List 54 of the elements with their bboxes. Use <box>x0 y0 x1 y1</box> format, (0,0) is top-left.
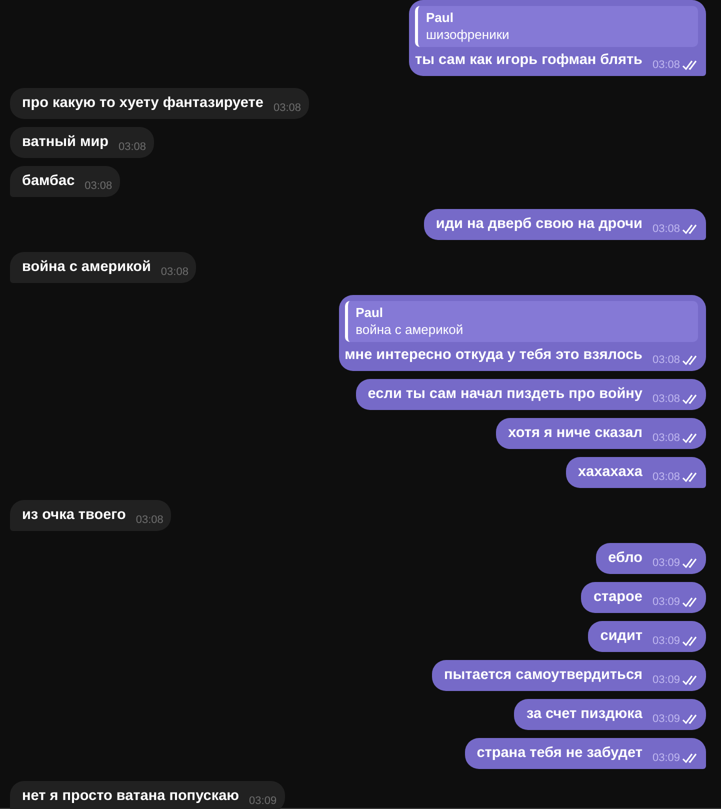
double-check-icon <box>682 60 698 70</box>
message-time: 03:08 <box>652 58 680 72</box>
reply-quote[interactable]: Paul война с америкой <box>344 301 698 342</box>
double-check-icon <box>682 597 698 607</box>
double-check-icon <box>682 558 698 568</box>
double-check-icon <box>682 636 698 646</box>
message-text: ебло <box>608 549 642 568</box>
message-time: 03:09 <box>652 673 680 687</box>
message-time: 03:08 <box>160 265 188 279</box>
double-check-icon <box>682 355 698 365</box>
message-text: за счет пиздюка <box>526 705 642 724</box>
message-time: 03:09 <box>652 712 680 726</box>
message-text: сидит <box>600 627 642 646</box>
message-time: 03:08 <box>652 470 680 484</box>
double-check-icon <box>682 714 698 724</box>
message-time: 03:08 <box>652 431 680 445</box>
message-time: 03:08 <box>273 101 301 115</box>
message-text: хахахаха <box>578 463 642 482</box>
message-time: 03:09 <box>249 794 277 808</box>
message-time: 03:09 <box>652 556 680 570</box>
message-time: 03:09 <box>652 595 680 609</box>
reply-text: война с америкой <box>356 321 464 338</box>
message-text: старое <box>593 588 642 607</box>
message-text: бамбас <box>22 172 75 191</box>
reply-text: шизофреники <box>426 26 510 43</box>
message-time: 03:08 <box>652 222 680 236</box>
double-check-icon <box>682 753 698 763</box>
message-text: если ты сам начал пиздеть про войну <box>368 385 642 404</box>
message-text: война с америкой <box>22 258 151 277</box>
double-check-icon <box>682 472 698 482</box>
reply-author: Paul <box>356 304 384 321</box>
reply-author: Paul <box>426 9 454 26</box>
double-check-icon <box>682 433 698 443</box>
message-time: 03:08 <box>136 513 164 527</box>
double-check-icon <box>682 675 698 685</box>
message-time: 03:08 <box>652 353 680 367</box>
message-text: нет я просто ватана попускаю <box>22 787 240 806</box>
double-check-icon <box>682 224 698 234</box>
message-text: пытается самоутвердиться <box>444 666 642 685</box>
message-text: мне интересно откуда у тебя это взялось <box>344 346 642 365</box>
message-text: про какую то хуету фантазируете <box>22 94 264 113</box>
message-text: ты сам как игорь гофман блять <box>415 51 642 70</box>
message-time: 03:09 <box>652 751 680 765</box>
message-time: 03:09 <box>652 634 680 648</box>
message-time: 03:08 <box>118 140 146 154</box>
message-text: иди на дверб свою на дрочи <box>436 215 642 234</box>
double-check-icon <box>682 394 698 404</box>
message-text: страна тебя не забудет <box>476 744 642 763</box>
message-time: 03:08 <box>652 392 680 406</box>
reply-quote[interactable]: Paul шизофреники <box>415 6 698 47</box>
message-text: из очка твоего <box>22 506 126 525</box>
message-time: 03:08 <box>84 179 112 193</box>
message-text: ватный мир <box>22 133 108 152</box>
message-text: хотя я ниче сказал <box>508 424 642 443</box>
